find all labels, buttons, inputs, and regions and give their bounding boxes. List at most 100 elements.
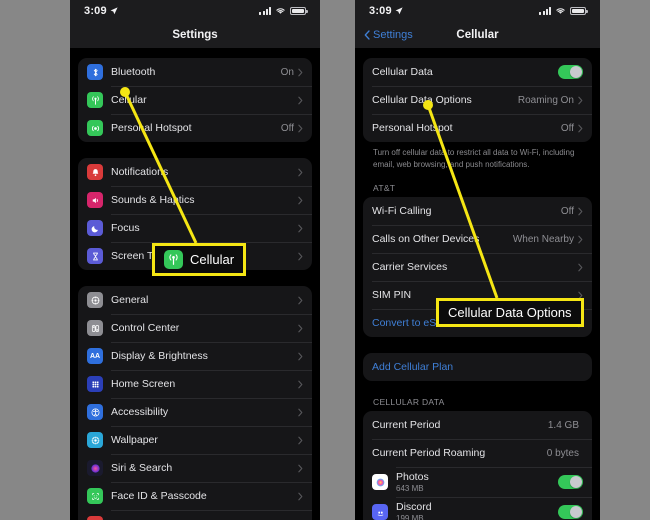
callout-cellular-label: Cellular bbox=[190, 252, 235, 267]
cellular-list[interactable]: Cellular Data Cellular Data Options Roamin… bbox=[355, 48, 600, 520]
emergency-sos-icon: SOS bbox=[87, 516, 103, 520]
chevron-right-icon bbox=[298, 464, 303, 472]
list-item[interactable]: Face ID & Passcode bbox=[78, 482, 312, 510]
chevron-right-icon bbox=[578, 263, 583, 272]
list-item-label: Wallpaper bbox=[111, 434, 158, 446]
control-center-icon bbox=[87, 320, 103, 336]
clock-label: 3:09 bbox=[84, 5, 107, 17]
chevron-right-icon bbox=[298, 352, 303, 360]
list-item-value: Roaming On bbox=[517, 94, 574, 106]
list-item-label: Cellular Data Options bbox=[372, 94, 472, 106]
toggle-switch[interactable] bbox=[558, 65, 583, 79]
list-item[interactable]: Carrier Services bbox=[363, 253, 592, 281]
list-item-value: Off bbox=[560, 122, 574, 134]
list-item[interactable]: Current Period 1.4 GB bbox=[363, 411, 592, 439]
list-item[interactable]: AA Display & Brightness bbox=[78, 342, 312, 370]
list-item-value: Off bbox=[560, 205, 574, 217]
personal-hotspot-icon bbox=[87, 120, 103, 136]
sounds-speaker-icon bbox=[87, 192, 103, 208]
list-item[interactable]: Control Center bbox=[78, 314, 312, 342]
toggle-switch[interactable] bbox=[558, 475, 583, 490]
chevron-right-icon bbox=[298, 296, 303, 304]
list-item[interactable]: Sounds & Haptics bbox=[78, 186, 312, 214]
settings-group: General Control Center AA Display & Brightn… bbox=[78, 286, 312, 520]
list-item-value: On bbox=[280, 66, 294, 78]
list-item-value: Off bbox=[280, 122, 294, 134]
chevron-right-icon bbox=[578, 235, 583, 244]
list-item[interactable]: Calls on Other Devices When Nearby bbox=[363, 225, 592, 253]
callout-cellular-data-options-label: Cellular Data Options bbox=[448, 305, 572, 320]
list-item[interactable]: Add Cellular Plan bbox=[363, 353, 592, 381]
chevron-right-icon bbox=[298, 68, 303, 76]
cellular-phone-frame: 3:09 Settings Cellular Cellular Data Cel… bbox=[355, 0, 600, 520]
settings-groups: Bluetooth On Cellular Personal Hotspot Off No… bbox=[70, 58, 320, 520]
chevron-right-icon bbox=[578, 207, 583, 216]
list-item[interactable]: General bbox=[78, 286, 312, 314]
list-item[interactable]: Personal Hotspot Off bbox=[78, 114, 312, 142]
list-item[interactable]: Home Screen bbox=[78, 370, 312, 398]
list-item-label: Current Period bbox=[372, 419, 441, 432]
list-item-label: Personal Hotspot bbox=[372, 122, 453, 134]
list-item[interactable]: Focus bbox=[78, 214, 312, 242]
list-item[interactable]: Cellular Data Options Roaming On bbox=[363, 86, 592, 114]
back-button[interactable]: Settings bbox=[364, 22, 413, 48]
status-bar-left: 3:09 bbox=[70, 0, 320, 22]
settings-group: Bluetooth On Cellular Personal Hotspot Off bbox=[78, 58, 312, 142]
list-item[interactable]: Wallpaper bbox=[78, 426, 312, 454]
list-item[interactable]: Discord 199 MB bbox=[363, 497, 592, 520]
notifications-bell-icon bbox=[87, 164, 103, 180]
list-item[interactable]: Cellular Data bbox=[363, 58, 592, 86]
discord-app-icon bbox=[372, 504, 388, 520]
list-item-text: Discord 199 MB bbox=[396, 501, 558, 520]
list-item-label: Face ID & Passcode bbox=[111, 490, 207, 502]
status-time-right: 3:09 bbox=[369, 5, 403, 17]
wallpaper-flower-icon bbox=[87, 432, 103, 448]
chevron-left-icon bbox=[364, 30, 370, 40]
chevron-right-icon bbox=[298, 96, 303, 104]
cellular-bars-icon bbox=[539, 7, 551, 15]
cellular-sections: Cellular Data Cellular Data Options Roamin… bbox=[355, 58, 600, 520]
wifi-icon bbox=[276, 8, 285, 14]
chevron-right-icon bbox=[298, 224, 303, 232]
list-item[interactable]: Notifications bbox=[78, 158, 312, 186]
list-item-label: Discord bbox=[396, 501, 432, 514]
bluetooth-icon bbox=[87, 64, 103, 80]
callout-cellular: Cellular bbox=[152, 243, 247, 276]
list-item[interactable]: Current Period Roaming 0 bytes bbox=[363, 439, 592, 467]
settings-nav-bar: Settings bbox=[70, 22, 320, 48]
list-item[interactable]: Siri & Search bbox=[78, 454, 312, 482]
chevron-right-icon bbox=[298, 252, 303, 260]
chevron-right-icon bbox=[298, 168, 303, 176]
cellular-screen: 3:09 Settings Cellular Cellular Data Cel… bbox=[355, 0, 600, 520]
toggle-switch[interactable] bbox=[558, 505, 583, 520]
face-id-icon bbox=[87, 488, 103, 504]
settings-list[interactable]: Bluetooth On Cellular Personal Hotspot Off No… bbox=[70, 48, 320, 520]
section-footnote: Turn off cellular data to restrict all d… bbox=[373, 148, 575, 169]
list-item-label: Control Center bbox=[111, 322, 180, 334]
home-screen-grid-icon bbox=[87, 376, 103, 392]
list-item[interactable]: Personal Hotspot Off bbox=[363, 114, 592, 142]
section-header: AT&T bbox=[373, 183, 396, 194]
page-title: Cellular bbox=[456, 29, 499, 41]
location-arrow-icon bbox=[110, 7, 118, 15]
list-item[interactable]: Accessibility bbox=[78, 398, 312, 426]
chevron-right-icon bbox=[298, 492, 303, 500]
list-item-label: Add Cellular Plan bbox=[372, 361, 454, 374]
list-item-value: When Nearby bbox=[512, 233, 574, 245]
list-item[interactable]: Photos 643 MB bbox=[363, 467, 592, 497]
list-item[interactable]: Wi-Fi Calling Off bbox=[363, 197, 592, 225]
cellular-nav-bar: Settings Cellular bbox=[355, 22, 600, 48]
battery-icon bbox=[290, 7, 308, 15]
accessibility-icon bbox=[87, 404, 103, 420]
general-gear-icon bbox=[87, 292, 103, 308]
chevron-right-icon bbox=[298, 408, 303, 416]
list-item-value: 0 bytes bbox=[546, 447, 579, 459]
list-item-text: Photos 643 MB bbox=[396, 471, 558, 493]
list-item[interactable]: Cellular bbox=[78, 86, 312, 114]
list-item-label: Photos bbox=[396, 471, 429, 484]
chevron-right-icon bbox=[578, 124, 583, 132]
chevron-right-icon bbox=[578, 96, 583, 104]
chevron-right-icon bbox=[298, 324, 303, 332]
list-item[interactable]: Bluetooth On bbox=[78, 58, 312, 86]
list-item[interactable]: SOSEmergency SOS bbox=[78, 510, 312, 520]
